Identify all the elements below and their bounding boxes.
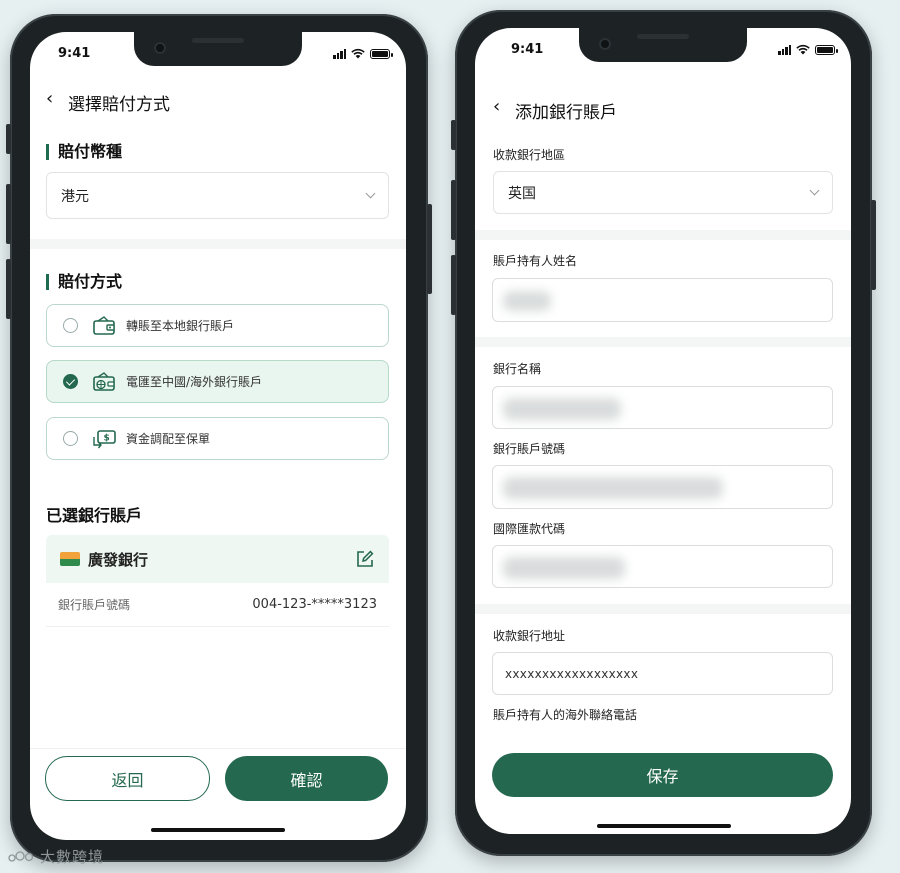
watermark-logo-icon xyxy=(8,848,36,862)
back-button[interactable]: 返回 xyxy=(45,756,210,801)
holder-name-label: 賬戶持有人姓名 xyxy=(493,254,578,268)
wallet-icon xyxy=(93,315,115,335)
right-phone-frame: 9:41 ‹ 添加銀行賬戶 收款銀行地區 英国 賬戶持有人姓名 銀行名稱 銀行賬… xyxy=(451,10,876,856)
battery-icon xyxy=(815,45,838,55)
bank-address-input[interactable]: xxxxxxxxxxxxxxxxxx xyxy=(492,652,833,695)
redacted-value xyxy=(503,557,625,579)
currency-section-title: 賠付幣種 xyxy=(46,144,122,160)
holder-name-input[interactable] xyxy=(492,278,833,322)
account-number-value: 004-123-*****3123 xyxy=(252,597,377,612)
redacted-value xyxy=(503,398,621,420)
money-transfer-icon: $ xyxy=(93,429,116,448)
method-section-title: 賠付方式 xyxy=(46,274,122,290)
signal-icon xyxy=(333,49,346,59)
right-screen: 9:41 ‹ 添加銀行賬戶 收款銀行地區 英国 賬戶持有人姓名 銀行名稱 銀行賬… xyxy=(475,28,851,834)
page-title: 添加銀行賬戶 xyxy=(515,103,617,123)
edit-icon[interactable] xyxy=(355,549,375,569)
currency-select[interactable]: 港元 xyxy=(46,172,389,219)
home-indicator xyxy=(597,824,731,828)
currency-select-value: 港元 xyxy=(61,188,89,205)
bank-name-input[interactable] xyxy=(492,386,833,429)
method-option-label: 電匯至中國/海外銀行賬戶 xyxy=(126,375,263,389)
redacted-value xyxy=(503,291,551,311)
section-divider xyxy=(475,604,851,614)
signal-icon xyxy=(778,45,791,55)
svg-text:$: $ xyxy=(104,433,110,443)
status-icons xyxy=(333,48,393,59)
page-title: 選擇賠付方式 xyxy=(68,95,170,115)
method-option-label: 資金調配至保單 xyxy=(126,432,211,446)
bottom-bar-separator xyxy=(30,748,406,749)
overseas-phone-label: 賬戶持有人的海外聯絡電話 xyxy=(493,708,638,722)
method-option-local-transfer[interactable]: 轉賬至本地銀行賬戶 xyxy=(46,304,389,347)
account-number-label: 銀行賬戶號碼 xyxy=(493,442,566,456)
selected-bank-card: 廣發銀行 xyxy=(46,535,389,583)
selected-account-title: 已選銀行賬戶 xyxy=(46,506,143,525)
method-option-label: 轉賬至本地銀行賬戶 xyxy=(126,319,235,333)
status-time: 9:41 xyxy=(58,46,91,61)
chevron-down-icon xyxy=(365,188,376,199)
home-indicator xyxy=(151,828,285,832)
bank-name: 廣發銀行 xyxy=(88,550,149,569)
method-option-policy-fund[interactable]: $ 資金調配至保單 xyxy=(46,417,389,460)
section-divider xyxy=(30,239,406,249)
status-icons xyxy=(778,44,838,55)
radio-button-checked[interactable] xyxy=(63,374,78,389)
chevron-down-icon xyxy=(809,185,820,196)
method-option-overseas-wire[interactable]: 電匯至中國/海外銀行賬戶 xyxy=(46,360,389,403)
watermark-text: 大數跨境 xyxy=(40,848,105,866)
left-phone-frame: 9:41 ‹ 選擇賠付方式 賠付幣種 港元 賠付方式 轉賬至本地銀行賬戶 電匯至… xyxy=(6,14,432,862)
account-number-row: 銀行賬戶號碼 004-123-*****3123 xyxy=(46,583,389,627)
region-label: 收款銀行地區 xyxy=(493,148,566,162)
wifi-icon xyxy=(351,48,365,59)
radio-button[interactable] xyxy=(63,431,78,446)
swift-code-input[interactable] xyxy=(492,545,833,588)
account-number-input[interactable] xyxy=(492,465,833,509)
redacted-value xyxy=(503,477,723,499)
bank-name-label: 銀行名稱 xyxy=(493,362,542,376)
swift-code-label: 國際匯款代碼 xyxy=(493,522,566,536)
bank-logo xyxy=(60,552,80,566)
battery-icon xyxy=(370,49,393,59)
notch xyxy=(579,28,747,62)
account-number-label: 銀行賬戶號碼 xyxy=(58,598,131,612)
back-chevron-icon[interactable]: ‹ xyxy=(493,96,500,117)
confirm-button[interactable]: 確認 xyxy=(225,756,388,801)
bank-address-label: 收款銀行地址 xyxy=(493,629,566,643)
section-divider xyxy=(475,337,851,347)
wallet-globe-icon xyxy=(93,371,115,391)
left-screen: 9:41 ‹ 選擇賠付方式 賠付幣種 港元 賠付方式 轉賬至本地銀行賬戶 電匯至… xyxy=(30,32,406,840)
status-time: 9:41 xyxy=(511,42,544,57)
wifi-icon xyxy=(796,44,810,55)
radio-button[interactable] xyxy=(63,318,78,333)
save-button[interactable]: 保存 xyxy=(492,753,833,797)
region-select[interactable]: 英国 xyxy=(493,171,833,214)
back-chevron-icon[interactable]: ‹ xyxy=(46,88,53,109)
section-divider xyxy=(475,230,851,240)
notch xyxy=(134,32,302,66)
region-select-value: 英国 xyxy=(508,185,536,202)
bank-address-value: xxxxxxxxxxxxxxxxxx xyxy=(505,666,639,681)
